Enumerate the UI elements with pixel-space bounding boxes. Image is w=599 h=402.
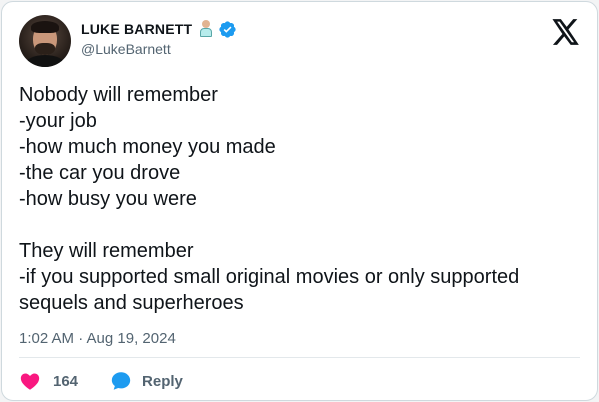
author-display-name[interactable]: LUKE BARNETT [81, 21, 192, 37]
verified-badge-icon [219, 20, 236, 38]
person-technologist-emoji-icon [198, 20, 214, 38]
reply-button[interactable]: Reply [110, 370, 183, 392]
like-button[interactable]: 164 [19, 370, 78, 392]
tweet-actions: 164 Reply [19, 368, 183, 394]
tweet-header: LUKE BARNETT @LukeBarnett [19, 15, 580, 69]
tweet-timestamp[interactable]: 1:02 AM · Aug 19, 2024 [19, 330, 176, 347]
reply-label: Reply [142, 372, 183, 390]
heart-icon [20, 373, 40, 390]
tweet-card: LUKE BARNETT @LukeBarnett Nobody will re… [1, 1, 598, 401]
x-logo-icon[interactable] [552, 19, 580, 45]
author-info: LUKE BARNETT @LukeBarnett [81, 19, 237, 57]
like-count: 164 [53, 372, 79, 390]
reply-bubble-icon [111, 372, 131, 390]
divider [19, 357, 580, 358]
author-handle[interactable]: @LukeBarnett [81, 41, 237, 57]
avatar[interactable] [19, 15, 71, 67]
tweet-text: Nobody will remember -your job -how much… [19, 84, 520, 314]
